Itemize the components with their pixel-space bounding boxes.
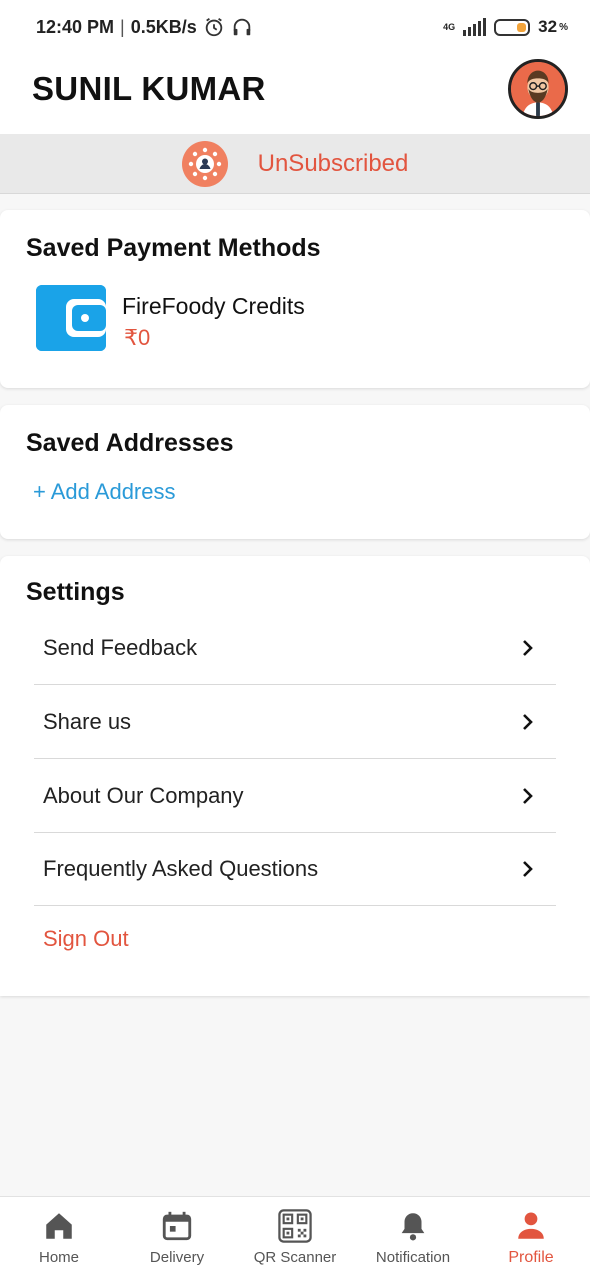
- nav-item-qr-scanner[interactable]: QR Scanner: [236, 1197, 354, 1280]
- network-type: 4G: [443, 21, 456, 32]
- battery-unit: %: [559, 21, 568, 33]
- nav-item-delivery[interactable]: Delivery: [118, 1197, 236, 1280]
- qr-code-icon: [278, 1209, 312, 1243]
- status-right: 4G 32%: [443, 17, 568, 37]
- chevron-right-icon: [523, 639, 533, 656]
- chevron-right-icon: [523, 713, 533, 730]
- settings-item-label: About Our Company: [43, 782, 244, 808]
- status-speed: 0.5KB/s: [130, 16, 197, 37]
- bell-icon: [401, 1213, 425, 1241]
- settings-item-label: Frequently Asked Questions: [43, 855, 319, 881]
- status-separator: |: [120, 16, 125, 37]
- status-left: 12:40 PM | 0.5KB/s: [36, 16, 253, 38]
- credit-balance: ₹0: [124, 325, 151, 350]
- settings-item-about-company[interactable]: About Our Company: [34, 759, 556, 833]
- bottom-navigation: Home Delivery QR Scanner Notification Pr…: [0, 1196, 590, 1280]
- nav-item-notification[interactable]: Notification: [354, 1197, 472, 1280]
- payment-methods-title: Saved Payment Methods: [26, 234, 321, 262]
- chevron-right-icon: [523, 860, 533, 877]
- calendar-icon: [162, 1211, 192, 1241]
- settings-item-label: Share us: [43, 708, 132, 734]
- settings-item-label: Send Feedback: [43, 634, 198, 660]
- subscription-banner[interactable]: UnSubscribed: [0, 134, 590, 194]
- settings-item-share-us[interactable]: Share us: [34, 685, 556, 759]
- add-address-link[interactable]: + Add Address: [33, 479, 176, 505]
- status-time: 12:40 PM: [36, 16, 115, 37]
- battery-level: 32: [538, 17, 558, 36]
- nav-item-profile[interactable]: Profile: [472, 1197, 590, 1280]
- nav-label: Delivery: [149, 1249, 205, 1266]
- wallet-icon[interactable]: [36, 285, 106, 351]
- nav-label: Notification: [375, 1249, 451, 1266]
- nav-label: QR Scanner: [253, 1249, 337, 1266]
- avatar[interactable]: [508, 59, 568, 119]
- signal-icon: [463, 18, 487, 36]
- network-user-icon: [188, 147, 221, 180]
- battery-icon: [494, 18, 531, 36]
- profile-header: SUNIL KUMAR: [0, 44, 590, 134]
- alarm-icon: [205, 17, 223, 37]
- headphones-icon: [233, 18, 251, 36]
- home-icon: [46, 1213, 72, 1239]
- settings-item-send-feedback[interactable]: Send Feedback: [34, 611, 556, 685]
- addresses-card: Saved Addresses + Add Address: [0, 405, 590, 539]
- nav-label: Profile: [508, 1249, 554, 1266]
- settings-item-faq[interactable]: Frequently Asked Questions: [34, 832, 556, 906]
- nav-item-home[interactable]: Home: [0, 1197, 118, 1280]
- subscription-status: UnSubscribed: [257, 149, 409, 177]
- user-name: SUNIL KUMAR: [32, 70, 266, 107]
- chevron-right-icon: [523, 787, 533, 804]
- user-avatar-icon: [511, 62, 565, 116]
- subscription-badge-icon: [181, 140, 228, 187]
- settings-card: Settings Send Feedback Share us About Ou…: [0, 556, 590, 996]
- person-icon: [518, 1212, 544, 1239]
- payment-methods-card: Saved Payment Methods FireFoody Credits …: [0, 210, 590, 388]
- addresses-title: Saved Addresses: [26, 429, 234, 457]
- sign-out-button[interactable]: Sign Out: [43, 926, 129, 952]
- wallet-graphic: [36, 285, 106, 351]
- payment-method-name[interactable]: FireFoody Credits: [122, 293, 305, 320]
- settings-title: Settings: [26, 578, 125, 606]
- nav-label: Home: [38, 1249, 79, 1266]
